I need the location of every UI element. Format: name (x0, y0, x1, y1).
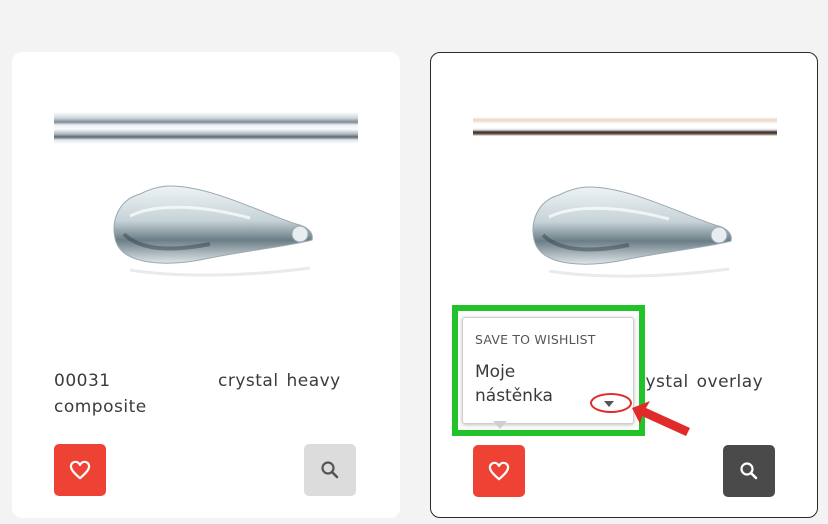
product-card[interactable]: 00031 crystal heavy composite (12, 52, 400, 518)
product-glass-rod-image (54, 112, 358, 144)
magnifier-icon (740, 462, 758, 480)
board-name-line1: Moje (475, 362, 516, 382)
heart-icon (488, 461, 510, 481)
product-glass-drop-image (113, 185, 313, 277)
product-card[interactable]: rystal overlay (430, 52, 818, 518)
magnifier-icon (321, 461, 339, 479)
popup-pointer (493, 421, 507, 429)
product-code: 00031 (54, 371, 111, 391)
annotation-arrow-icon (632, 401, 690, 436)
add-to-wishlist-button[interactable] (54, 444, 106, 496)
annotation-circle-marker (590, 393, 632, 413)
product-title-line1: crystal heavy (218, 371, 341, 391)
quick-view-button[interactable] (304, 444, 356, 496)
product-title-line1: rystal overlay (638, 372, 764, 392)
product-glass-rod-image (473, 111, 777, 139)
product-name[interactable]: 00031 crystal heavy composite (54, 368, 364, 420)
product-glass-drop-image (532, 186, 732, 278)
product-name[interactable]: rystal overlay (638, 369, 828, 395)
annotation-highlight-frame: SAVE TO WISHLIST Moje nástěnka (452, 305, 645, 436)
popup-title: SAVE TO WISHLIST (475, 332, 596, 347)
product-title-line2: composite (54, 397, 147, 417)
quick-view-button[interactable] (723, 445, 775, 497)
heart-icon (69, 460, 91, 480)
wishlist-board-select[interactable]: Moje nástěnka (475, 360, 553, 408)
board-name-line2: nástěnka (475, 386, 553, 406)
add-to-wishlist-button[interactable] (473, 445, 525, 497)
